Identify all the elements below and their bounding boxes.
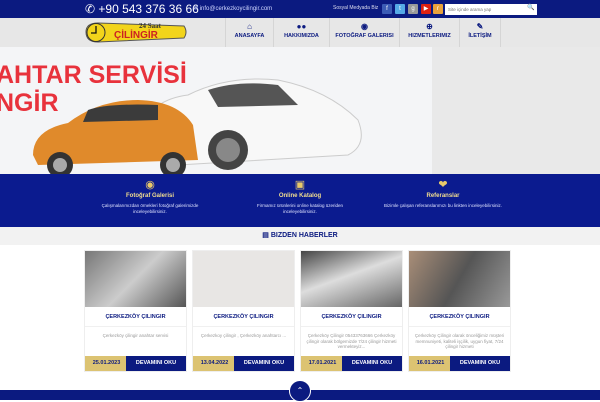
news-date: 16.01.2021 [409, 356, 452, 371]
twitter-icon[interactable]: t [395, 4, 405, 14]
news-title[interactable]: ÇERKEZKÖY ÇILINGIR [409, 307, 510, 327]
handshake-icon: ❤ [438, 179, 448, 191]
nav-fotograf-galerisi[interactable]: ◉ FOTOĞRAF GALERISI [329, 18, 399, 47]
news-card: ÇERKEZKÖY ÇILINGIR Çerkezkoy çilingir , … [192, 250, 295, 372]
news-date: 13.04.2022 [193, 356, 236, 371]
plus-circle-icon: ⊕ [426, 22, 433, 31]
email-link[interactable]: ✉ info@cerkezkoycilingir.com [193, 5, 272, 12]
banner-side [432, 47, 600, 174]
news-card: ÇERKEZKÖY ÇILINGIR Çerkezköy Çilingir 05… [300, 250, 403, 372]
news-text: Çerkezköy Çilingir olarak önceliğimiz mü… [414, 333, 505, 349]
camera-icon: ◉ [145, 179, 155, 191]
read-more-button[interactable]: DEVAMINI OKU [126, 356, 186, 371]
scroll-to-top-button[interactable]: ⌃ [289, 380, 311, 402]
news-date: 25.01.2023 [85, 356, 128, 371]
social-label: Sosyal Medyada Biz [333, 5, 379, 11]
feature-desc: Bizimle çalışan referanslarımızı bu link… [383, 203, 503, 208]
search-icon[interactable]: 🔍 [527, 4, 534, 11]
home-icon: ⌂ [247, 22, 252, 31]
read-more-button[interactable]: DEVAMINI OKU [450, 356, 510, 371]
edit-icon: ✎ [476, 22, 484, 31]
facebook-icon[interactable]: f [382, 4, 392, 14]
news-text: Çerkezköy Çilingir 05433763666 Çerkezköy… [306, 333, 397, 349]
google-plus-icon[interactable]: g [408, 4, 418, 14]
nav-label: HAKKIMIZDA [284, 33, 319, 39]
nav-iletisim[interactable]: ✎ İLETİŞİM [459, 18, 501, 47]
news-title[interactable]: ÇERKEZKÖY ÇILINGIR [85, 307, 186, 327]
news-card: ÇERKEZKÖY ÇILINGIR Çerkezköy çilingir an… [84, 250, 187, 372]
news-icon: ▤ [262, 232, 269, 239]
feature-title: Fotoğraf Galerisi [125, 193, 174, 199]
users-icon: ●● [296, 22, 307, 31]
nav-label: İLETİŞİM [468, 33, 492, 39]
feature-referanslar[interactable]: ❤ Referanslar Bizimle çalışan referansları… [383, 178, 503, 209]
search-input[interactable] [445, 4, 537, 15]
feature-fotograf-galerisi[interactable]: ◉ Fotoğraf Galerisi Çalışmalarımızdan örne… [90, 178, 210, 215]
news-card: ÇERKEZKÖY ÇILINGIR Çerkezköy Çilingir ol… [408, 250, 511, 372]
news-image[interactable] [85, 251, 186, 307]
pdf-icon: ▣ [294, 179, 306, 191]
news-text: Çerkezköy çilingir anahtar servisi [102, 333, 169, 338]
nav-hakkimizda[interactable]: ●● HAKKIMIZDA [273, 18, 329, 47]
section-heading: ▤ BIZDEN HABERLER [0, 227, 600, 245]
news-image[interactable] [301, 251, 402, 307]
camera-icon: ◉ [361, 22, 368, 31]
phone-number[interactable]: ✆ +90 543 376 36 66 [85, 2, 199, 16]
hero-banner[interactable]: AHTAR SERVİSİ NGİR [0, 47, 432, 174]
feature-online-katalog[interactable]: ▣ Online Katalog Firmamız ürünlerini onlin… [240, 178, 360, 215]
top-bar: ✆ +90 543 376 36 66 ✉ info@cerkezkoycili… [0, 0, 600, 18]
news-image[interactable] [193, 251, 294, 307]
read-more-button[interactable]: DEVAMINI OKU [234, 356, 294, 371]
nav-label: ANASAYFA [234, 33, 265, 39]
chevron-up-icon: ⌃ [296, 386, 304, 395]
news-title[interactable]: ÇERKEZKÖY ÇILINGIR [193, 307, 294, 327]
nav-hizmetlerimiz[interactable]: ⊕ HIZMETLERIMIZ [399, 18, 459, 47]
logo[interactable]: 24 Saat ÇİLİNGİR [84, 20, 189, 45]
news-text: Çerkezkoy çilingir , Çerkezköy anahtarcı… [200, 333, 287, 338]
nav-anasayfa[interactable]: ⌂ ANASAYFA [225, 18, 273, 47]
feature-title: Referanslar [426, 193, 460, 199]
cars-image [33, 78, 362, 174]
news-date: 17.01.2021 [301, 356, 344, 371]
svg-text:24 Saat: 24 Saat [139, 22, 162, 30]
rss-icon[interactable]: r [433, 4, 443, 14]
news-image[interactable] [409, 251, 510, 307]
email-text: info@cerkezkoycilingir.com [199, 6, 273, 12]
read-more-button[interactable]: DEVAMINI OKU [342, 356, 402, 371]
youtube-icon[interactable]: ▶ [421, 4, 431, 14]
section-title: BIZDEN HABERLER [270, 232, 338, 239]
feature-title: Online Katalog [278, 193, 322, 199]
svg-text:ÇİLİNGİR: ÇİLİNGİR [114, 28, 159, 41]
nav-label: FOTOĞRAF GALERISI [335, 33, 394, 39]
news-title[interactable]: ÇERKEZKÖY ÇILINGIR [301, 307, 402, 327]
phone-text: +90 543 376 36 66 [98, 2, 199, 16]
feature-desc: Çalışmalarımızdan örnekleri fotoğraf gal… [101, 203, 199, 214]
feature-desc: Firmamız ürünlerini online katalog üzeri… [256, 203, 344, 214]
nav-label: HIZMETLERIMIZ [408, 33, 451, 39]
